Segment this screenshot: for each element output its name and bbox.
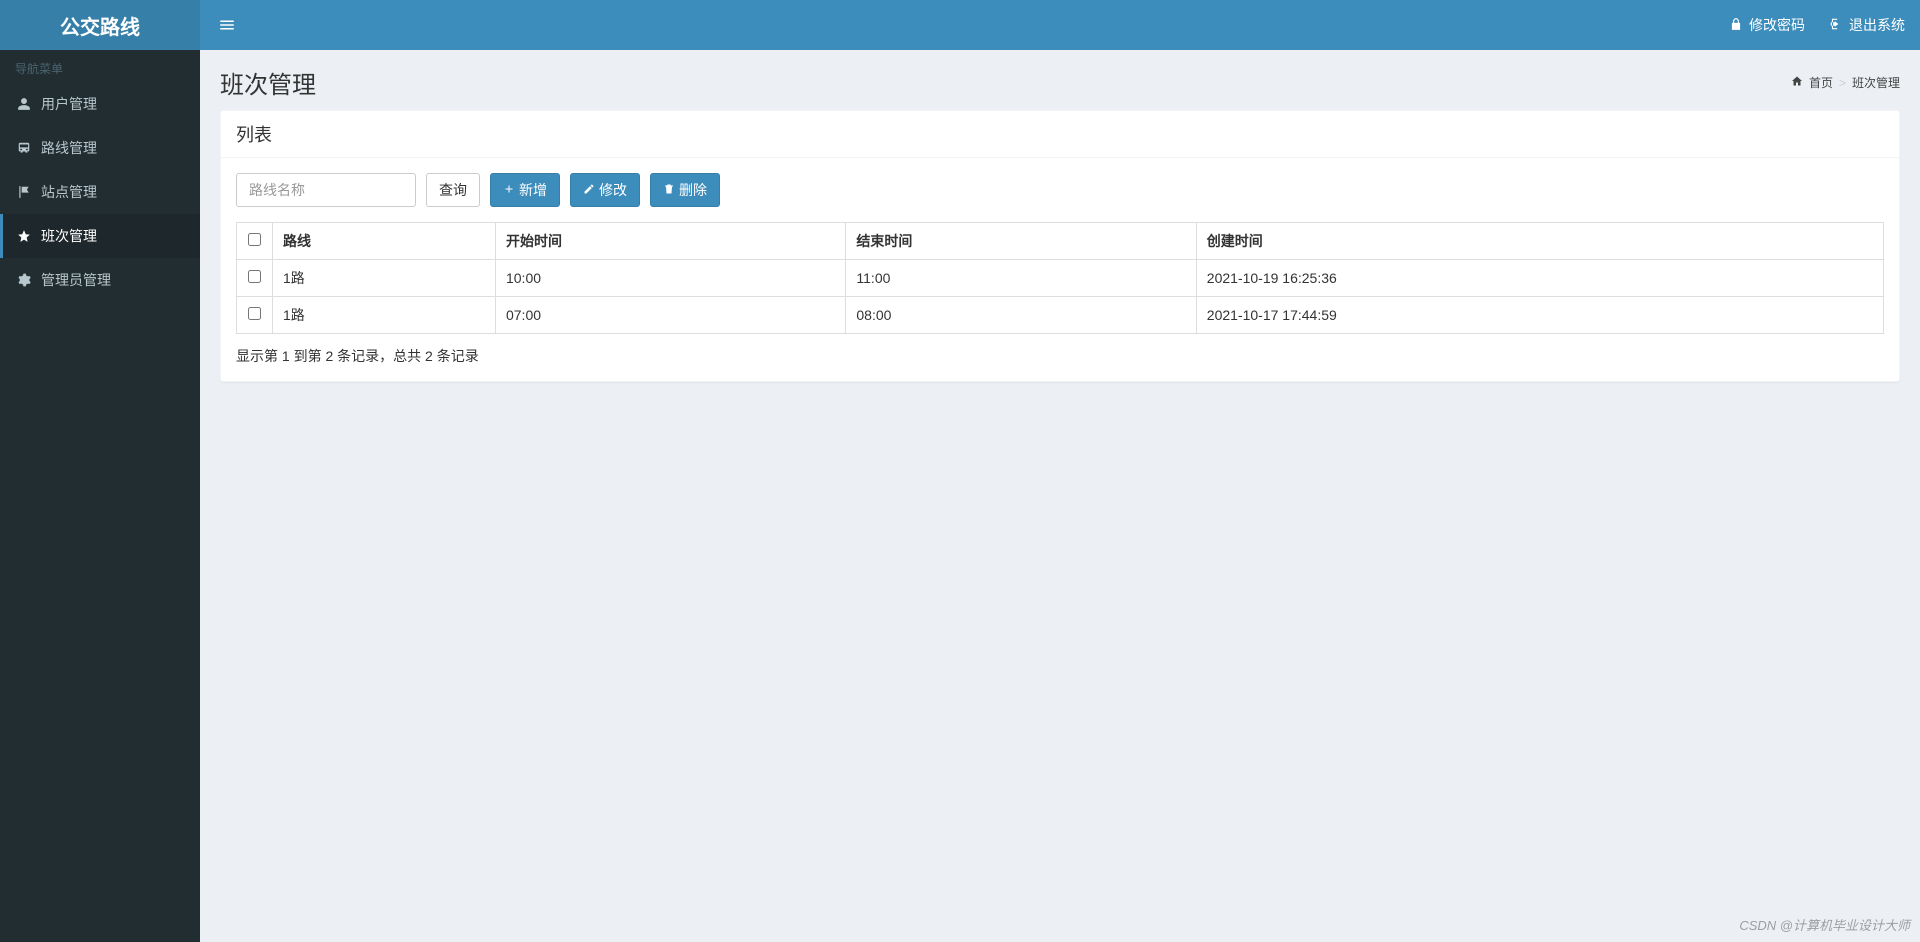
logout-link[interactable]: 退出系统 — [1829, 15, 1905, 35]
sidebar-item-stations[interactable]: 站点管理 — [0, 170, 200, 214]
list-box: 列表 查询 新增 修改 — [220, 110, 1900, 382]
plus-icon — [503, 183, 515, 197]
select-all-checkbox[interactable] — [248, 233, 261, 246]
sidebar-item-label: 管理员管理 — [41, 270, 111, 290]
change-password-link[interactable]: 修改密码 — [1729, 15, 1805, 35]
cell-start: 10:00 — [495, 260, 845, 297]
table-row[interactable]: 1路 07:00 08:00 2021-10-17 17:44:59 — [237, 297, 1884, 334]
cell-end: 08:00 — [846, 297, 1196, 334]
search-button[interactable]: 查询 — [426, 173, 480, 207]
cell-created: 2021-10-19 16:25:36 — [1196, 260, 1883, 297]
row-checkbox[interactable] — [248, 307, 261, 320]
sidebar-item-routes[interactable]: 路线管理 — [0, 126, 200, 170]
box-title: 列表 — [236, 121, 1884, 147]
cell-created: 2021-10-17 17:44:59 — [1196, 297, 1883, 334]
cell-route: 1路 — [273, 297, 496, 334]
edit-label: 修改 — [599, 183, 627, 197]
content-header: 班次管理 首页 > 班次管理 — [200, 50, 1920, 110]
page-title: 班次管理 — [220, 65, 316, 100]
logo: 公交路线 — [0, 0, 200, 50]
col-end[interactable]: 结束时间 — [846, 223, 1196, 260]
hamburger-toggle[interactable] — [215, 13, 239, 37]
row-checkbox[interactable] — [248, 270, 261, 283]
cell-start: 07:00 — [495, 297, 845, 334]
trash-icon — [663, 183, 675, 197]
cell-route: 1路 — [273, 260, 496, 297]
breadcrumb-separator: > — [1839, 76, 1846, 90]
cell-end: 11:00 — [846, 260, 1196, 297]
box-header: 列表 — [221, 111, 1899, 158]
logout-label: 退出系统 — [1849, 15, 1905, 35]
sidebar-item-label: 站点管理 — [41, 182, 97, 202]
sidebar: 公交路线 导航菜单 用户管理 路线管理 站点管理 班次管理 — [0, 0, 200, 942]
lock-icon — [1729, 17, 1743, 34]
sidebar-item-label: 用户管理 — [41, 94, 97, 114]
edit-icon — [583, 183, 595, 197]
sidebar-item-label: 班次管理 — [41, 226, 97, 246]
sidebar-item-label: 路线管理 — [41, 138, 97, 158]
user-icon — [15, 97, 33, 111]
home-icon — [1791, 75, 1803, 90]
table-row[interactable]: 1路 10:00 11:00 2021-10-19 16:25:36 — [237, 260, 1884, 297]
col-created[interactable]: 创建时间 — [1196, 223, 1883, 260]
data-table: 路线 开始时间 结束时间 创建时间 1路 10:00 11:0 — [236, 222, 1884, 334]
breadcrumb: 首页 > 班次管理 — [1791, 74, 1900, 91]
delete-label: 删除 — [679, 183, 707, 197]
col-start[interactable]: 开始时间 — [495, 223, 845, 260]
add-button[interactable]: 新增 — [490, 173, 560, 207]
nav-header: 导航菜单 — [0, 50, 200, 82]
star-icon — [15, 229, 33, 243]
edit-button[interactable]: 修改 — [570, 173, 640, 207]
delete-button[interactable]: 删除 — [650, 173, 720, 207]
add-label: 新增 — [519, 183, 547, 197]
sidebar-item-admins[interactable]: 管理员管理 — [0, 258, 200, 302]
breadcrumb-home[interactable]: 首页 — [1809, 74, 1833, 91]
flag-icon — [15, 185, 33, 199]
sidebar-item-users[interactable]: 用户管理 — [0, 82, 200, 126]
search-input[interactable] — [236, 173, 416, 207]
toolbar: 查询 新增 修改 删除 — [236, 173, 1884, 207]
route-icon — [15, 141, 33, 155]
top-navbar: 修改密码 退出系统 — [200, 0, 1920, 50]
change-password-label: 修改密码 — [1749, 15, 1805, 35]
breadcrumb-current: 班次管理 — [1852, 74, 1900, 91]
table-footer: 显示第 1 到第 2 条记录，总共 2 条记录 — [236, 346, 1884, 366]
col-route[interactable]: 路线 — [273, 223, 496, 260]
sidebar-item-schedules[interactable]: 班次管理 — [0, 214, 200, 258]
gear-icon — [15, 273, 33, 287]
logout-icon — [1829, 17, 1843, 34]
